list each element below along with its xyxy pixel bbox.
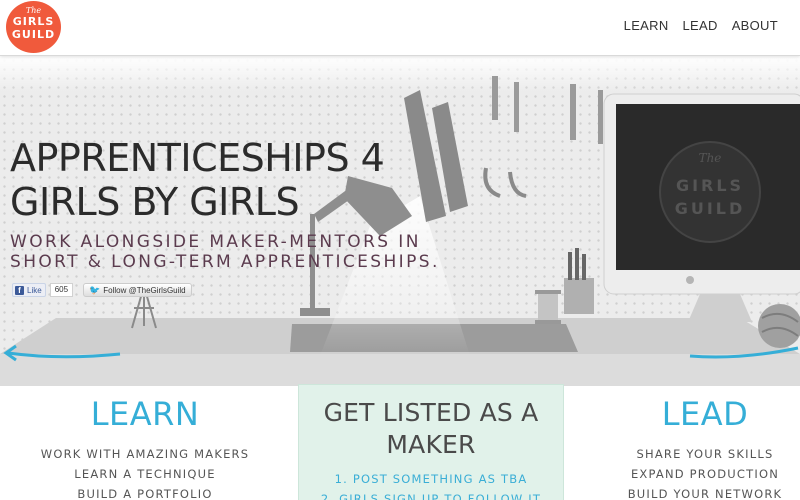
main-nav: LEARN LEAD ABOUT xyxy=(624,18,778,33)
monitor-logo-guild: GUILD xyxy=(675,199,746,218)
hero-subtitle-line2: SHORT & LONG-TERM APPRENTICESHIPS. xyxy=(10,252,440,272)
learn-section: LEARN WORK WITH AMAZING MAKERS LEARN A T… xyxy=(40,396,250,500)
maker-card: GET LISTED AS A MAKER 1. POST SOMETHING … xyxy=(298,384,564,500)
wrench-icon xyxy=(492,76,603,144)
twitter-follow-button[interactable]: 🐦 Follow @TheGirlsGuild xyxy=(83,283,192,297)
learn-list: WORK WITH AMAZING MAKERS LEARN A TECHNIQ… xyxy=(40,444,250,500)
desk-front xyxy=(0,354,800,386)
maker-heading-line2: MAKER xyxy=(386,430,476,459)
facebook-icon: f xyxy=(15,285,24,295)
maker-heading[interactable]: GET LISTED AS A MAKER xyxy=(299,397,563,461)
nav-lead[interactable]: LEAD xyxy=(683,18,718,33)
spool-icon xyxy=(535,290,561,324)
maker-step: 2. GIRLS SIGN UP TO FOLLOW IT xyxy=(320,492,542,500)
facebook-like-button[interactable]: f Like xyxy=(12,283,46,297)
lead-heading[interactable]: LEAD xyxy=(615,396,795,432)
nav-learn[interactable]: LEARN xyxy=(624,18,669,33)
logo-guild: GUILD xyxy=(11,28,56,41)
lead-list: SHARE YOUR SKILLS EXPAND PRODUCTION BUIL… xyxy=(615,444,795,500)
site-logo[interactable]: The GIRLS GUILD xyxy=(6,1,61,53)
learn-item: BUILD A PORTFOLIO xyxy=(77,487,213,500)
facebook-like[interactable]: f Like 605 xyxy=(12,283,74,297)
hero-subtitle: WORK ALONGSIDE MAKER-MENTORS IN SHORT & … xyxy=(10,232,440,272)
maker-step: 1. POST SOMETHING AS TBA xyxy=(334,472,528,486)
twitter-bird-icon: 🐦 xyxy=(89,284,101,295)
twitter-follow-label: Follow @TheGirlsGuild xyxy=(103,285,186,295)
pencil-cup-icon xyxy=(564,248,594,314)
maker-steps: 1. POST SOMETHING AS TBA 2. GIRLS SIGN U… xyxy=(299,469,563,500)
site-header: The GIRLS GUILD LEARN LEAD ABOUT xyxy=(0,0,800,56)
logo-girls: GIRLS xyxy=(12,15,55,28)
hero-title: APPRENTICESHIPS 4 GIRLS BY GIRLS xyxy=(10,136,450,224)
learn-item: LEARN A TECHNIQUE xyxy=(74,467,216,481)
clamp-icon xyxy=(483,167,527,198)
nav-about[interactable]: ABOUT xyxy=(732,18,778,33)
hero-title-line1: APPRENTICESHIPS 4 xyxy=(10,136,385,180)
yarn-ball-icon xyxy=(758,304,800,348)
learn-heading[interactable]: LEARN xyxy=(40,396,250,432)
maker-heading-line1: GET LISTED AS A xyxy=(323,398,539,427)
facebook-like-count: 605 xyxy=(49,283,74,297)
hero-banner: The GIRLS GUILD APPRENTICESHIPS 4 GIRLS … xyxy=(0,56,800,386)
lead-item: EXPAND PRODUCTION xyxy=(630,467,780,481)
logo-the: The xyxy=(25,6,42,15)
hero-subtitle-line1: WORK ALONGSIDE MAKER-MENTORS IN xyxy=(10,232,421,252)
lead-item: SHARE YOUR SKILLS xyxy=(636,447,774,461)
monitor-logo-the: The xyxy=(699,151,722,165)
social-buttons: f Like 605 🐦 Follow @TheGirlsGuild xyxy=(12,283,192,297)
facebook-like-label: Like xyxy=(27,285,42,295)
lead-section: LEAD SHARE YOUR SKILLS EXPAND PRODUCTION… xyxy=(615,396,795,500)
monitor-logo-girls: GIRLS xyxy=(676,176,744,195)
lead-item: BUILD YOUR NETWORK xyxy=(627,487,783,500)
learn-item: WORK WITH AMAZING MAKERS xyxy=(40,447,250,461)
hero-title-line2: GIRLS BY GIRLS xyxy=(10,180,300,224)
